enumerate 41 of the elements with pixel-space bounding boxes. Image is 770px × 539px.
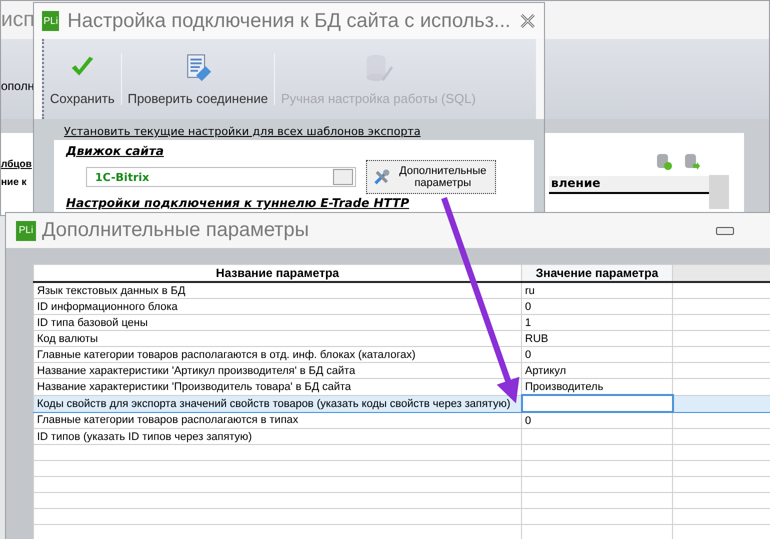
section-label: лбцов	[1, 159, 32, 170]
section-label: Движок сайта	[66, 144, 165, 158]
parameter-name: Код валюты	[34, 330, 522, 346]
parameter-value: 0	[522, 412, 672, 428]
parameter-name: ID типа базовой цены	[34, 314, 522, 330]
parameter-value: ru	[522, 282, 672, 298]
parameter-name: Главные категории товаров располагаются в отд. инф. блоках (каталогах)	[34, 346, 522, 362]
scrollbar[interactable]	[709, 175, 729, 209]
window-title: Настройка подключения к БД сайта с использ...	[67, 10, 511, 32]
app-logo: PLi	[16, 220, 36, 240]
app-logo: PLi	[42, 11, 60, 31]
close-icon[interactable]	[518, 11, 536, 31]
minimize-button[interactable]	[716, 226, 734, 234]
column-header: ние к	[1, 177, 27, 188]
parameter-name: Название характеристики 'Артикул производителя' в БД сайта	[34, 362, 522, 378]
parameter-value: Артикул	[522, 362, 672, 378]
column-header: Название параметра	[34, 264, 522, 282]
window-title: исп	[1, 8, 34, 32]
toolbar-button[interactable]: ополн	[1, 79, 34, 93]
window-title: Дополнительные параметры	[42, 219, 310, 242]
parameter-value: RUB	[522, 330, 672, 346]
parameter-name: Язык текстовых данных в БД	[34, 282, 522, 298]
database-export-icon[interactable]	[684, 153, 700, 171]
parameter-value: 1	[522, 314, 672, 330]
parameter-name: ID информационного блока	[34, 298, 522, 314]
parameter-name: Коды свойств для экспорта значений свойств товаров (указать коды свойств через запятую)	[34, 395, 522, 412]
value-input[interactable]	[522, 395, 672, 412]
parameter-value: 0	[522, 298, 672, 314]
toolbar-button[interactable]: Сохранить	[44, 39, 121, 119]
apply-all-link[interactable]: Установить текущие настройки для всех шаблонов экспорта	[54, 125, 534, 138]
extra-parameters-button[interactable]: Дополнительные параметры	[366, 160, 496, 194]
toolbar-button[interactable]: Проверить соединение	[122, 39, 274, 119]
database-add-icon[interactable]	[656, 153, 672, 171]
parameter-name: Название характеристики 'Производитель товара' в БД сайта	[34, 378, 522, 395]
column-header: вление	[549, 176, 709, 194]
engine-dropdown[interactable]: 1C-Bitrix	[86, 167, 356, 187]
section-label: Настройки подключения к туннелю E-Trade HTTP	[66, 196, 410, 210]
parameter-name: Главные категории товаров располагаются в типах	[34, 412, 522, 428]
column-header: Значение параметра	[522, 264, 672, 282]
parameter-name: ID типов (указать ID типов через запятую)	[34, 428, 522, 444]
parameter-value: 0	[522, 346, 672, 362]
